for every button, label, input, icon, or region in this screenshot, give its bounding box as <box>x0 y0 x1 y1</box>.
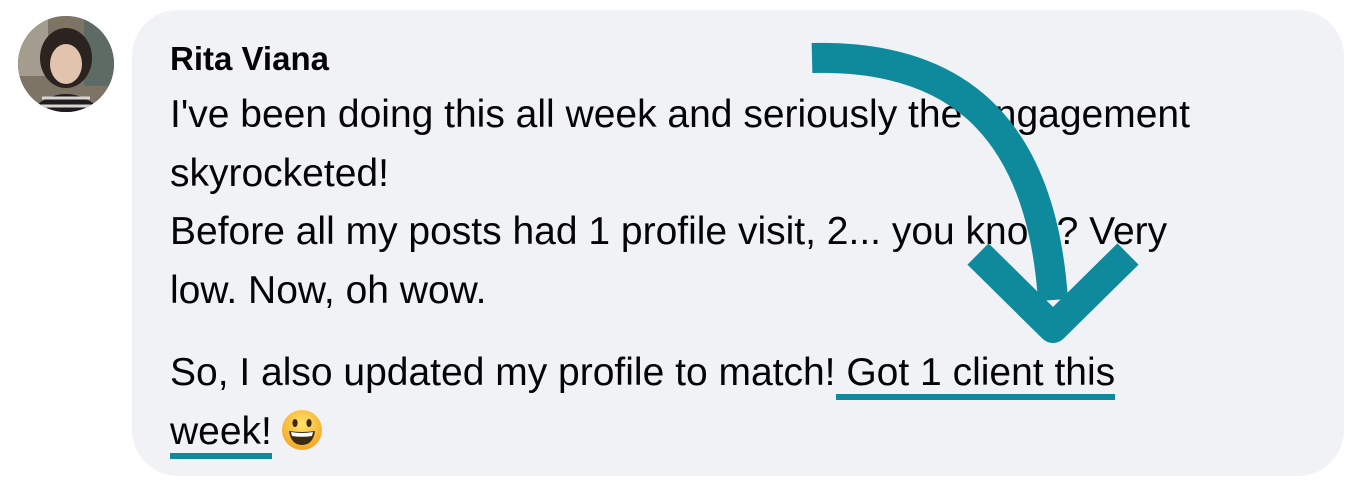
grinning-face-emoji-icon <box>280 408 324 452</box>
comment-line: Before all my posts had 1 profile visit,… <box>170 210 1168 253</box>
comment-line: I've been doing this all week and seriou… <box>170 93 1190 136</box>
avatar-photo <box>18 16 114 112</box>
highlighted-text: week! <box>170 409 272 459</box>
comment-line: So, I also updated my profile to match! … <box>170 344 1330 403</box>
comment-author-name[interactable]: Rita Viana <box>170 40 329 78</box>
comment-line: week! <box>170 403 1330 462</box>
commenter-avatar[interactable] <box>18 16 114 112</box>
comment-paragraph-1: I've been doing this all week and seriou… <box>170 86 1330 320</box>
comment-paragraph-2: So, I also updated my profile to match! … <box>170 344 1330 461</box>
comment-bubble: Rita Viana I've been doing this all week… <box>132 10 1344 476</box>
comment-line: skyrocketed! <box>170 151 389 195</box>
comment-text: So, I also updated my profile to match! <box>170 351 836 394</box>
comment-line: low. Now, oh wow. <box>170 268 487 312</box>
highlighted-text: Got 1 client this <box>835 351 1116 400</box>
